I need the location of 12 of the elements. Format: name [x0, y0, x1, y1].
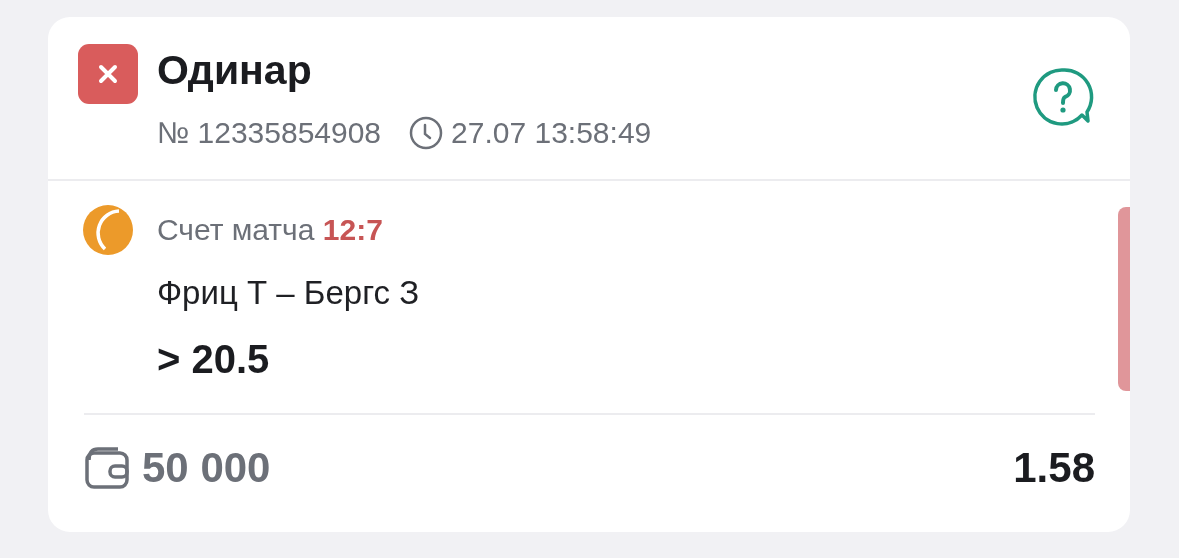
- tennis-ball-icon: [83, 205, 133, 255]
- clock-icon: [409, 116, 444, 150]
- stake-amount: 50 000: [142, 443, 272, 493]
- bet-outcome: > 20.5: [157, 336, 270, 383]
- match-name: Фриц Т – Бергс З: [157, 273, 420, 313]
- bet-title: Одинар: [157, 46, 312, 95]
- bet-time: 27.07 13:58:49: [451, 115, 652, 151]
- help-icon[interactable]: [1032, 66, 1094, 128]
- wallet-icon: [84, 446, 130, 490]
- score-label: Счет матча 12:7: [157, 212, 383, 248]
- bet-number: № 12335854908: [157, 115, 382, 151]
- odds-value: 1.58: [1013, 443, 1095, 493]
